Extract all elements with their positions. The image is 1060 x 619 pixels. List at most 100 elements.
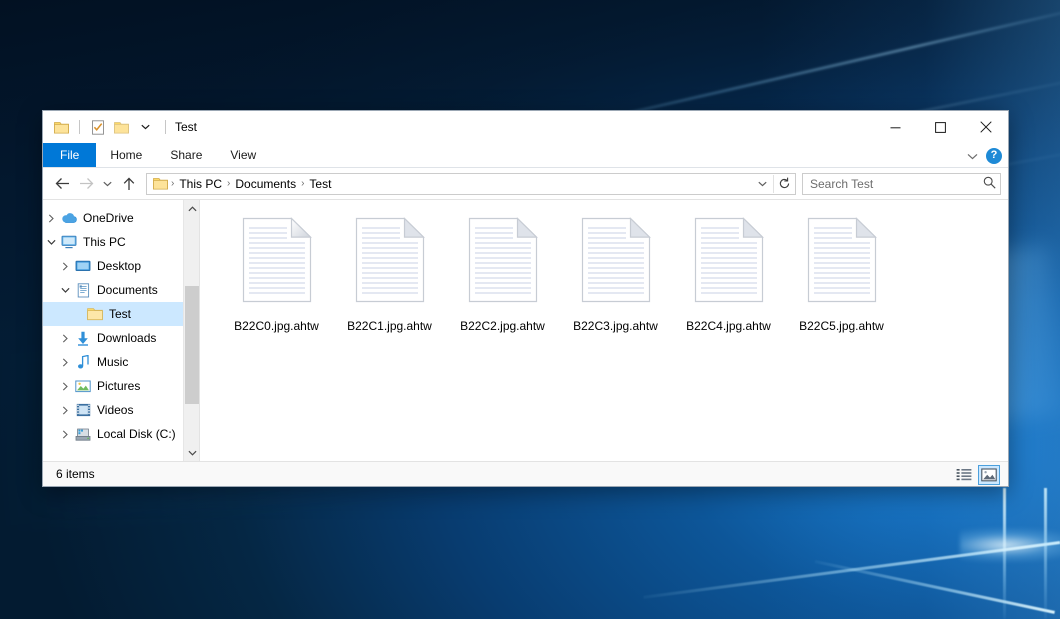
scrollbar-thumb[interactable] [185,286,199,404]
download-icon [73,330,93,346]
window-controls [873,111,1008,143]
breadcrumb-this-pc[interactable]: This PC [175,177,226,191]
tab-share[interactable]: Share [156,143,216,167]
scroll-down-icon[interactable] [184,444,200,461]
status-bar: 6 items [43,461,1008,486]
sidebar-item-music[interactable]: Music [43,350,199,374]
windows-logo-beam-core [960,528,1060,562]
properties-icon[interactable] [87,117,108,138]
sidebar-item-test[interactable]: Test [43,302,199,326]
up-button[interactable] [117,172,141,196]
tab-file[interactable]: File [43,143,96,167]
monitor-icon [59,234,79,250]
chevron-right-icon[interactable] [57,398,73,422]
sidebar-item-label: Music [97,355,128,369]
title-bar: Test [43,111,1008,143]
tab-home[interactable]: Home [96,143,156,167]
refresh-icon[interactable] [774,174,795,194]
sidebar-scrollbar[interactable] [183,200,199,461]
videos-icon [73,402,93,418]
address-bar[interactable]: › This PC › Documents › Test [146,173,796,195]
file-name-label: B22C1.jpg.ahtw [347,319,432,333]
navigation-tree: OneDrive This PC [43,200,199,446]
file-list-area[interactable]: B22C0.jpg.ahtw [200,200,1008,461]
list-item[interactable]: B22C4.jpg.ahtw [672,214,785,333]
sidebar-item-local-disk-c[interactable]: Local Disk (C:) [43,422,199,446]
quick-access-toolbar [51,117,156,138]
sidebar-item-pictures[interactable]: Pictures [43,374,199,398]
drive-icon [73,426,93,442]
search-input[interactable]: Search Test [810,177,983,191]
generic-file-icon [577,214,655,309]
sidebar-item-label: Test [109,307,131,321]
ribbon-right-controls: ? [967,143,1002,168]
recent-locations-icon[interactable] [98,172,117,196]
list-item[interactable]: B22C5.jpg.ahtw [785,214,898,333]
pictures-icon [73,378,93,394]
sidebar-item-label: Local Disk (C:) [97,427,176,441]
sidebar-item-this-pc[interactable]: This PC [43,230,199,254]
file-name-label: B22C4.jpg.ahtw [686,319,771,333]
sidebar-item-label: Videos [97,403,133,417]
chevron-down-icon[interactable] [57,278,73,302]
sidebar-item-label: Downloads [97,331,156,345]
chevron-right-icon[interactable] [43,206,59,230]
new-folder-icon[interactable] [111,117,132,138]
breadcrumb-folder-icon[interactable] [151,177,170,190]
toolbar-separator [79,120,80,134]
breadcrumb-test[interactable]: Test [305,177,335,191]
music-icon [73,354,93,370]
chevron-down-icon[interactable] [43,230,59,254]
help-icon[interactable]: ? [986,148,1002,164]
folder-icon[interactable] [51,117,72,138]
file-name-label: B22C3.jpg.ahtw [573,319,658,333]
generic-file-icon [351,214,429,309]
sidebar-item-videos[interactable]: Videos [43,398,199,422]
navigation-pane: OneDrive This PC [43,200,200,461]
sidebar-item-label: OneDrive [83,211,134,225]
breadcrumb-documents[interactable]: Documents [231,177,300,191]
sidebar-item-documents[interactable]: Documents [43,278,199,302]
chevron-right-icon[interactable] [57,422,73,446]
minimize-button[interactable] [873,111,918,143]
list-item[interactable]: B22C2.jpg.ahtw [446,214,559,333]
explorer-body: OneDrive This PC [43,199,1008,461]
back-button[interactable] [50,172,74,196]
expand-ribbon-icon[interactable] [967,149,978,163]
chevron-right-icon[interactable] [57,326,73,350]
sidebar-item-onedrive[interactable]: OneDrive [43,206,199,230]
forward-button[interactable] [74,172,98,196]
search-icon[interactable] [983,176,996,192]
chevron-right-icon[interactable] [57,350,73,374]
chevron-right-icon[interactable] [57,374,73,398]
scroll-up-icon[interactable] [184,200,200,217]
document-icon [73,282,93,298]
maximize-button[interactable] [918,111,963,143]
list-item[interactable]: B22C0.jpg.ahtw [220,214,333,333]
sidebar-item-label: Desktop [97,259,141,273]
file-grid: B22C0.jpg.ahtw [200,200,1008,333]
sidebar-item-label: Documents [97,283,158,297]
list-item[interactable]: B22C3.jpg.ahtw [559,214,672,333]
window-title: Test [175,120,197,134]
sidebar-item-downloads[interactable]: Downloads [43,326,199,350]
cloud-icon [59,210,79,226]
sidebar-item-label: This PC [83,235,126,249]
search-box[interactable]: Search Test [802,173,1001,195]
chevron-down-icon[interactable] [135,117,156,138]
list-item[interactable]: B22C1.jpg.ahtw [333,214,446,333]
sidebar-item-desktop[interactable]: Desktop [43,254,199,278]
generic-file-icon [464,214,542,309]
generic-file-icon [690,214,768,309]
file-name-label: B22C2.jpg.ahtw [460,319,545,333]
large-icons-view-button[interactable] [978,465,1000,485]
file-explorer-window: Test File Home Share View [42,110,1009,487]
generic-file-icon [803,214,881,309]
close-button[interactable] [963,111,1008,143]
ribbon-tab-bar: File Home Share View ? [43,143,1008,168]
address-dropdown-icon[interactable] [752,174,773,194]
tab-view[interactable]: View [216,143,270,167]
details-view-button[interactable] [953,465,975,485]
chevron-right-icon[interactable] [57,254,73,278]
desktop: Test File Home Share View [0,0,1060,619]
